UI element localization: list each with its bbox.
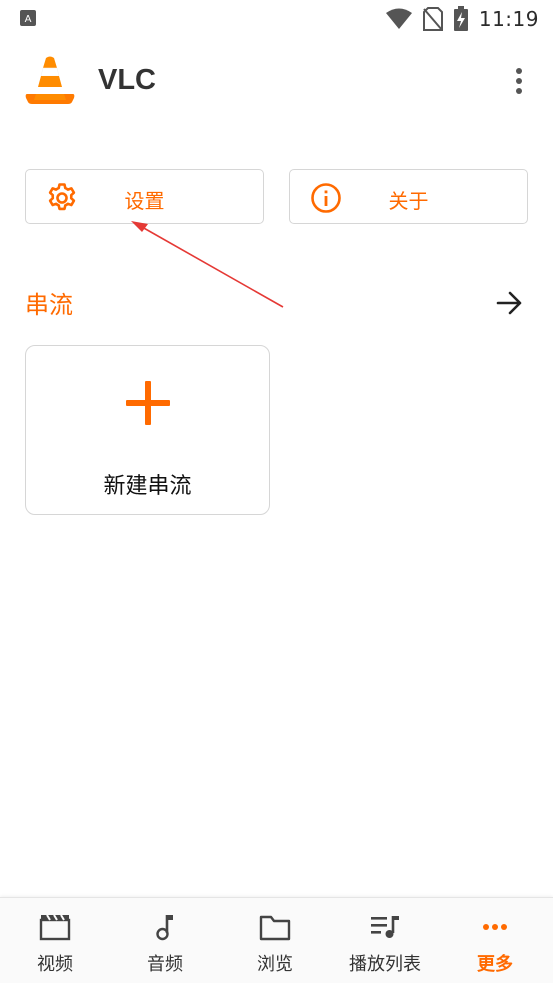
settings-label: 设置 [124, 189, 165, 213]
music-note-icon [156, 915, 173, 941]
overflow-dot [516, 88, 522, 94]
nav-item-browse[interactable]: 浏览 [220, 898, 330, 983]
streams-section-title: 串流 [25, 291, 73, 319]
nav-label-video: 视频 [37, 954, 73, 975]
overflow-dot [516, 78, 522, 84]
keyboard-notification-icon: A [20, 10, 36, 26]
about-button[interactable]: 关于 [289, 169, 528, 224]
nav-label-browse: 浏览 [257, 954, 293, 975]
nav-item-more[interactable]: 更多 [440, 898, 550, 983]
playlist-icon [371, 916, 399, 938]
about-label: 关于 [388, 189, 429, 213]
arrow-right-icon[interactable] [496, 290, 524, 316]
new-stream-card[interactable]: 新建串流 [25, 345, 270, 515]
app-title: VLC [98, 64, 156, 96]
svg-text:A: A [25, 14, 32, 25]
battery-charging-icon [453, 6, 468, 31]
overflow-menu-button[interactable] [506, 64, 532, 98]
plus-icon [126, 381, 170, 425]
status-time: 11:19 [478, 7, 539, 31]
wifi-icon [385, 8, 412, 29]
no-sim-icon [422, 7, 443, 31]
vlc-logo-icon [25, 56, 75, 104]
status-right: 11:19 [385, 6, 539, 32]
nav-label-audio: 音频 [147, 954, 183, 975]
nav-item-video[interactable]: 视频 [0, 898, 110, 983]
video-icon [39, 914, 71, 941]
bottom-navigation: 视频 音频 浏览 播放列表 更多 [0, 897, 553, 983]
nav-item-playlists[interactable]: 播放列表 [330, 898, 440, 983]
more-dots-icon [483, 924, 507, 930]
app-bar: VLC [0, 44, 553, 118]
folder-icon [259, 915, 291, 941]
status-bar: A 11:19 [0, 0, 553, 38]
new-stream-label: 新建串流 [103, 474, 192, 499]
nav-label-playlists: 播放列表 [349, 954, 421, 975]
overflow-dot [516, 68, 522, 74]
nav-item-audio[interactable]: 音频 [110, 898, 220, 983]
settings-button[interactable]: 设置 [25, 169, 264, 224]
nav-label-more: 更多 [477, 954, 513, 975]
